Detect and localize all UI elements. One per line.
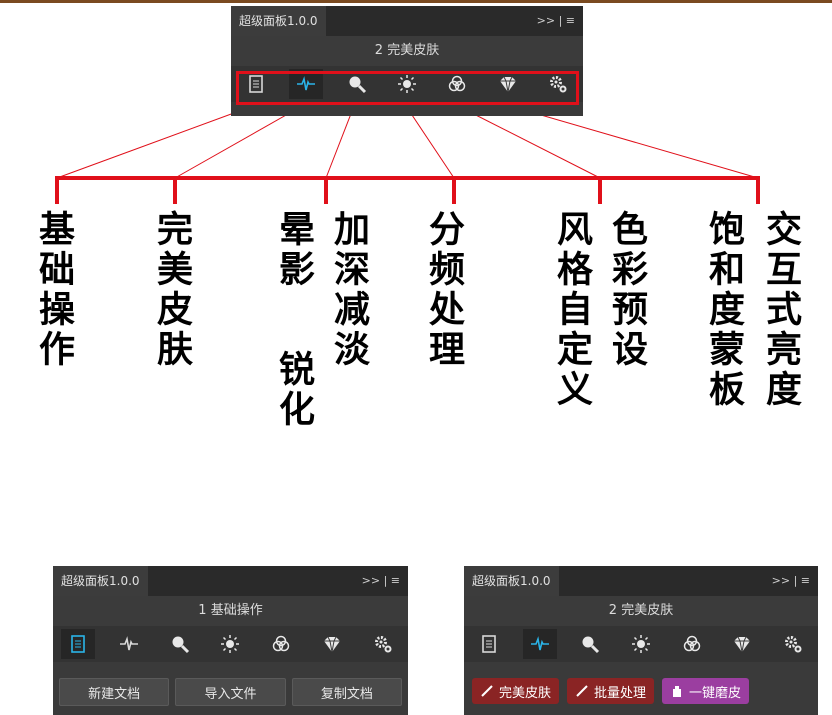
panel-menu-control[interactable]: >> | ≡ <box>772 566 810 596</box>
gears-icon[interactable] <box>541 69 575 99</box>
batch-process-button-label: 批量处理 <box>594 685 647 701</box>
diamond-icon[interactable] <box>725 629 759 659</box>
icon-toolbar <box>464 626 818 662</box>
label-interactive-luma: 交互式亮度 <box>760 210 801 410</box>
icon-toolbar <box>231 66 583 102</box>
one-click-smooth-button[interactable]: 一键磨皮 <box>662 678 750 704</box>
super-panel-top: 超级面板1.0.0 >> | ≡ 2 完美皮肤 <box>231 6 583 116</box>
brush-icon <box>576 685 588 697</box>
pulse-icon[interactable] <box>522 629 557 659</box>
pulse-icon[interactable] <box>289 69 324 99</box>
panel-menu-control[interactable]: >> | ≡ <box>537 6 575 36</box>
magnifier-icon[interactable] <box>573 629 607 659</box>
panel-subtitle: 1 基础操作 <box>53 596 408 626</box>
super-panel-skin: 超级面板1.0.0 >> | ≡ 2 完美皮肤 完美皮肤 批量处理 一键磨皮 <box>464 566 818 715</box>
rgb-circles-icon[interactable] <box>675 629 709 659</box>
basic-ops-button-row: 新建文档 导入文件 复制文档 <box>53 674 408 708</box>
icon-toolbar <box>53 626 408 662</box>
label-dodge-burn: 加深减淡 <box>328 210 369 370</box>
skin-button-row: 完美皮肤 批量处理 一键磨皮 <box>464 674 818 708</box>
sun-icon[interactable] <box>390 69 424 99</box>
brush-icon <box>481 685 493 697</box>
perfect-skin-button-label: 完美皮肤 <box>499 685 552 701</box>
document-icon[interactable] <box>239 69 273 99</box>
batch-process-button[interactable]: 批量处理 <box>567 678 655 704</box>
panel-subtitle: 2 完美皮肤 <box>464 596 818 626</box>
label-color-presets: 色彩预设 <box>606 210 647 370</box>
one-click-smooth-button-label: 一键磨皮 <box>689 685 742 701</box>
label-perfect-skin: 完美皮肤 <box>151 210 192 370</box>
super-panel-basic: 超级面板1.0.0 >> | ≡ 1 基础操作 新建文档 导入文件 复制文档 <box>53 566 408 715</box>
duplicate-document-button[interactable]: 复制文档 <box>291 678 402 706</box>
label-sharpen: 锐化 <box>273 350 314 430</box>
panel-titlebar: 超级面板1.0.0 >> | ≡ <box>231 6 583 36</box>
label-saturation-mask: 饱和度蒙板 <box>703 210 744 410</box>
rgb-circles-icon[interactable] <box>264 629 298 659</box>
panel-titlebar: 超级面板1.0.0 >> | ≡ <box>464 566 818 596</box>
sun-icon[interactable] <box>624 629 658 659</box>
perfect-skin-button[interactable]: 完美皮肤 <box>472 678 560 704</box>
diamond-icon[interactable] <box>315 629 349 659</box>
sun-icon[interactable] <box>213 629 247 659</box>
diamond-icon[interactable] <box>491 69 525 99</box>
gears-icon[interactable] <box>366 629 400 659</box>
panel-subtitle: 2 完美皮肤 <box>231 36 583 66</box>
panel-tab-title[interactable]: 超级面板1.0.0 <box>464 566 559 596</box>
pulse-icon[interactable] <box>112 629 146 659</box>
gears-icon[interactable] <box>776 629 810 659</box>
label-frequency-split: 分频处理 <box>423 210 464 370</box>
magnifier-icon[interactable] <box>163 629 197 659</box>
import-file-button[interactable]: 导入文件 <box>175 678 286 706</box>
label-vignette: 晕影 <box>273 210 314 290</box>
panel-tab-title[interactable]: 超级面板1.0.0 <box>231 6 326 36</box>
rgb-circles-icon[interactable] <box>440 69 474 99</box>
panel-menu-control[interactable]: >> | ≡ <box>362 566 400 596</box>
thin-connectors <box>56 105 759 179</box>
panel-tab-title[interactable]: 超级面板1.0.0 <box>53 566 148 596</box>
document-icon[interactable] <box>472 629 506 659</box>
label-basic-ops: 基础操作 <box>33 210 74 370</box>
new-document-button[interactable]: 新建文档 <box>59 678 170 706</box>
panel-titlebar: 超级面板1.0.0 >> | ≡ <box>53 566 408 596</box>
magnifier-icon[interactable] <box>340 69 374 99</box>
bracket-lines <box>55 176 760 204</box>
label-custom-style: 风格自定义 <box>551 210 592 410</box>
document-icon[interactable] <box>61 629 96 659</box>
bucket-icon <box>673 686 682 697</box>
